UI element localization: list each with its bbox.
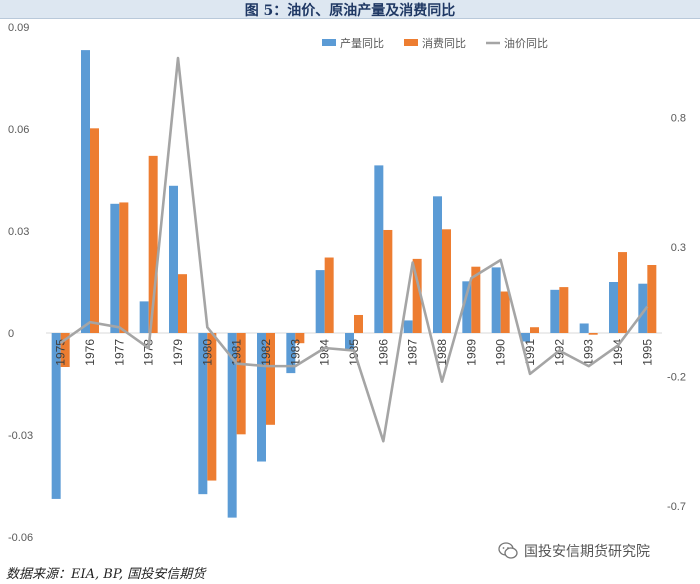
legend-label: 消费同比 [422,36,466,50]
bar-production [491,267,501,333]
x-tick-label: 1994 [611,339,625,366]
bar-production [110,203,120,333]
x-tick-label: 1986 [376,339,390,366]
watermark: 国投安信期货研究院 [498,539,650,563]
bars [51,50,657,518]
x-tick-label: 1995 [640,339,654,366]
y-left-tick-label: 0.06 [8,124,29,136]
y-left-tick-label: 0.03 [8,226,29,238]
legend-label: 油价同比 [504,36,548,50]
bar-production [315,270,325,333]
legend-label: 产量同比 [340,36,384,50]
bar-consumption [119,202,129,333]
bar-consumption [559,287,569,333]
y-left-tick-label: 0 [8,328,14,340]
chart-title: 图 5：油价、原油产量及消费同比 [244,3,456,19]
bar-production [609,282,618,333]
x-tick-label: 1987 [406,339,420,366]
x-tick-label: 1976 [83,339,97,366]
x-tick-label: 1979 [171,339,185,366]
y-left-tick-label: -0.06 [8,532,33,544]
bar-production [433,196,442,333]
axes: 0.09 0.06 0.03 0 -0.03 -0.06 0.8 0.3 -0.2 -0.7 [8,22,686,544]
bar-consumption [442,229,451,333]
source-note: 数据来源：EIA, BP, 国投安信期货 [6,567,206,582]
x-tick-label: 1980 [200,339,214,366]
bar-consumption [647,265,657,333]
legend: 产量同比 消费同比 油价同比 [322,36,548,50]
bar-production [139,301,149,333]
x-tick-label: 1989 [464,339,478,366]
y-left-tick-label: 0.09 [8,22,29,34]
y-right-tick-label: 0.8 [671,113,686,125]
legend-swatch [404,39,418,46]
price-line [59,56,649,443]
bar-consumption [500,291,510,333]
bar-consumption [324,257,334,333]
x-tick-label: 1982 [259,339,273,366]
x-tick-label: 1990 [494,339,508,366]
y-right-tick-label: -0.2 [667,371,686,383]
watermark-text: 国投安信期货研究院 [524,544,650,560]
chart-svg: 0.09 0.06 0.03 0 -0.03 -0.06 0.8 0.3 -0.2 -0.7 19… [8,22,686,544]
bar-production [81,50,90,334]
y-right-tick-label: 0.3 [671,242,686,254]
bar-consumption [530,327,539,333]
bar-consumption [618,252,627,333]
bar-production [550,289,560,333]
chart-area: 0.09 0.06 0.03 0 -0.03 -0.06 0.8 0.3 -0.2 -0.7 19… [0,19,700,559]
bar-consumption [90,128,99,333]
bar-consumption [588,333,598,335]
y-left-tick-label: -0.03 [8,430,33,442]
wechat-icon [498,542,518,559]
bar-production [169,185,178,333]
chart-title-bar: 图 5：油价、原油产量及消费同比 [0,0,700,19]
bar-consumption [383,229,393,333]
bar-consumption [354,314,363,333]
bar-production [374,165,384,333]
x-tick-label: 1977 [112,339,126,366]
y-right-tick-label: -0.7 [667,501,686,513]
legend-swatch [322,39,336,46]
bar-consumption [178,274,187,333]
bar-production [403,320,413,333]
bar-production [579,323,589,333]
price-line-layer [59,56,649,443]
